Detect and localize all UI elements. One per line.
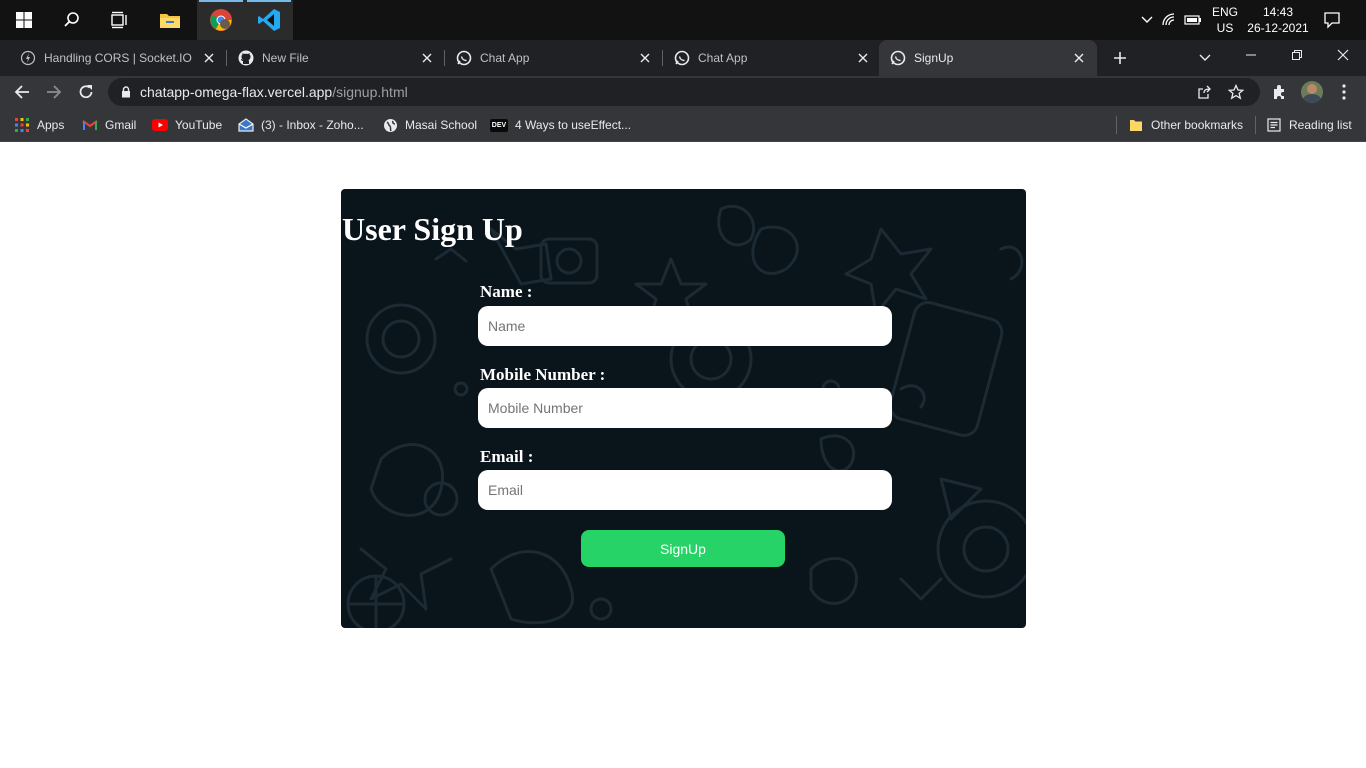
close-icon[interactable] xyxy=(201,50,217,66)
window-close-icon[interactable] xyxy=(1320,40,1366,70)
tab[interactable]: Chat App xyxy=(436,40,663,76)
dev-to-icon: DEV xyxy=(490,118,508,132)
page-title: User Sign Up xyxy=(342,211,523,247)
tab-search-icon[interactable] xyxy=(1194,46,1216,70)
windows-taskbar: ENG US 14:43 26-12-2021 xyxy=(0,0,1366,40)
bookmark-other[interactable]: Other bookmarks xyxy=(1128,116,1243,134)
minimize-icon[interactable] xyxy=(1228,40,1274,70)
tab[interactable]: Handling CORS | Socket.IO xyxy=(0,40,227,76)
reading-list[interactable]: Reading list xyxy=(1266,116,1352,134)
profile-avatar[interactable] xyxy=(1301,81,1323,103)
close-icon[interactable] xyxy=(1071,50,1087,66)
tab-title: Chat App xyxy=(698,51,748,65)
language-indicator[interactable]: ENG US xyxy=(1208,4,1242,36)
address-bar[interactable]: chatapp-omega-flax.vercel.app/signup.htm… xyxy=(108,78,1260,106)
search-icon[interactable] xyxy=(48,0,96,40)
close-icon[interactable] xyxy=(855,50,871,66)
url-path: /signup.html xyxy=(332,84,408,100)
system-tray xyxy=(1138,0,1204,40)
vscode-icon[interactable] xyxy=(245,0,293,40)
browser-tab-strip: Handling CORS | Socket.IO New File Chat … xyxy=(0,40,1366,76)
bookmark-youtube[interactable]: YouTube xyxy=(152,116,222,134)
bookmark-masai-school[interactable]: Masai School xyxy=(382,116,477,134)
wifi-icon[interactable] xyxy=(1156,0,1182,40)
bookmark-label: Gmail xyxy=(105,118,137,132)
url-text: chatapp-omega-flax.vercel.app/signup.htm… xyxy=(140,84,408,100)
chevron-up-icon[interactable] xyxy=(1138,0,1156,40)
zoho-mail-icon xyxy=(238,117,254,133)
bookmark-label: Reading list xyxy=(1289,118,1352,132)
new-tab-icon[interactable] xyxy=(1108,46,1132,70)
battery-icon[interactable] xyxy=(1182,0,1204,40)
youtube-icon xyxy=(152,117,168,133)
tab-title: New File xyxy=(262,51,309,65)
email-input[interactable] xyxy=(478,470,892,510)
clock-time: 14:43 xyxy=(1262,5,1294,19)
gmail-icon xyxy=(82,117,98,133)
task-view-icon[interactable] xyxy=(96,0,144,40)
bookmark-label: (3) - Inbox - Zoho... xyxy=(261,118,364,132)
bookmarks-divider xyxy=(1255,116,1256,134)
clock-date: 26-12-2021 xyxy=(1247,21,1309,35)
browser-toolbar: chatapp-omega-flax.vercel.app/signup.htm… xyxy=(0,76,1366,108)
socketio-icon xyxy=(20,50,36,66)
lock-icon[interactable] xyxy=(120,86,132,98)
tab-active[interactable]: SignUp xyxy=(879,40,1097,76)
bookmark-label: 4 Ways to useEffect... xyxy=(515,118,632,132)
bookmark-apps[interactable]: Apps xyxy=(14,116,64,134)
bookmarks-divider xyxy=(1116,116,1117,134)
bookmark-label: Other bookmarks xyxy=(1151,118,1244,132)
bookmark-zoho-inbox[interactable]: (3) - Inbox - Zoho... xyxy=(238,116,364,134)
tab[interactable]: Chat App xyxy=(654,40,881,76)
tab[interactable]: New File xyxy=(218,40,445,76)
chatapp-icon xyxy=(674,50,690,66)
close-icon[interactable] xyxy=(637,50,653,66)
bookmarks-bar: Apps Gmail YouTube (3) - Inbox - Zoho...… xyxy=(0,108,1366,142)
lang-region: US xyxy=(1216,21,1234,35)
name-label: Name : xyxy=(480,282,533,301)
reload-icon[interactable] xyxy=(72,78,100,106)
forward-icon[interactable] xyxy=(40,78,68,106)
name-input[interactable] xyxy=(478,306,892,346)
chatapp-icon xyxy=(456,50,472,66)
bookmark-dev-useeffect[interactable]: DEV 4 Ways to useEffect... xyxy=(490,116,631,134)
bookmark-gmail[interactable]: Gmail xyxy=(82,116,136,134)
signup-card: User Sign Up Name : Mobile Number : Emai… xyxy=(341,189,1026,628)
folder-icon xyxy=(1128,117,1144,133)
tab-title: SignUp xyxy=(914,51,954,65)
bookmark-label: YouTube xyxy=(175,118,223,132)
tab-title: Handling CORS | Socket.IO xyxy=(44,51,192,65)
more-menu-icon[interactable] xyxy=(1332,80,1356,104)
file-explorer-icon[interactable] xyxy=(146,0,194,40)
share-icon[interactable] xyxy=(1196,84,1212,100)
tab-title: Chat App xyxy=(480,51,530,65)
back-icon[interactable] xyxy=(8,78,36,106)
start-icon[interactable] xyxy=(0,0,48,40)
chrome-icon[interactable] xyxy=(197,0,245,40)
signup-button[interactable]: SignUp xyxy=(581,530,785,567)
url-domain: chatapp-omega-flax.vercel.app xyxy=(140,84,333,100)
bookmark-star-icon[interactable] xyxy=(1228,84,1244,100)
mobile-number-label: Mobile Number : xyxy=(480,365,606,384)
notifications-icon[interactable] xyxy=(1310,0,1354,40)
chatapp-icon xyxy=(890,50,906,66)
globe-icon xyxy=(382,117,398,133)
lang-code: ENG xyxy=(1211,5,1238,19)
restore-icon[interactable] xyxy=(1274,40,1320,70)
github-icon xyxy=(238,50,254,66)
mobile-number-input[interactable] xyxy=(478,388,892,428)
apps-grid-icon xyxy=(14,117,30,133)
bookmark-label: Masai School xyxy=(405,118,478,132)
extensions-icon[interactable] xyxy=(1268,80,1292,104)
email-label: Email : xyxy=(480,447,534,466)
close-icon[interactable] xyxy=(419,50,435,66)
reading-list-icon xyxy=(1266,117,1282,133)
bookmark-label: Apps xyxy=(37,118,65,132)
page-content: User Sign Up Name : Mobile Number : Emai… xyxy=(0,143,1366,768)
clock[interactable]: 14:43 26-12-2021 xyxy=(1246,4,1310,36)
